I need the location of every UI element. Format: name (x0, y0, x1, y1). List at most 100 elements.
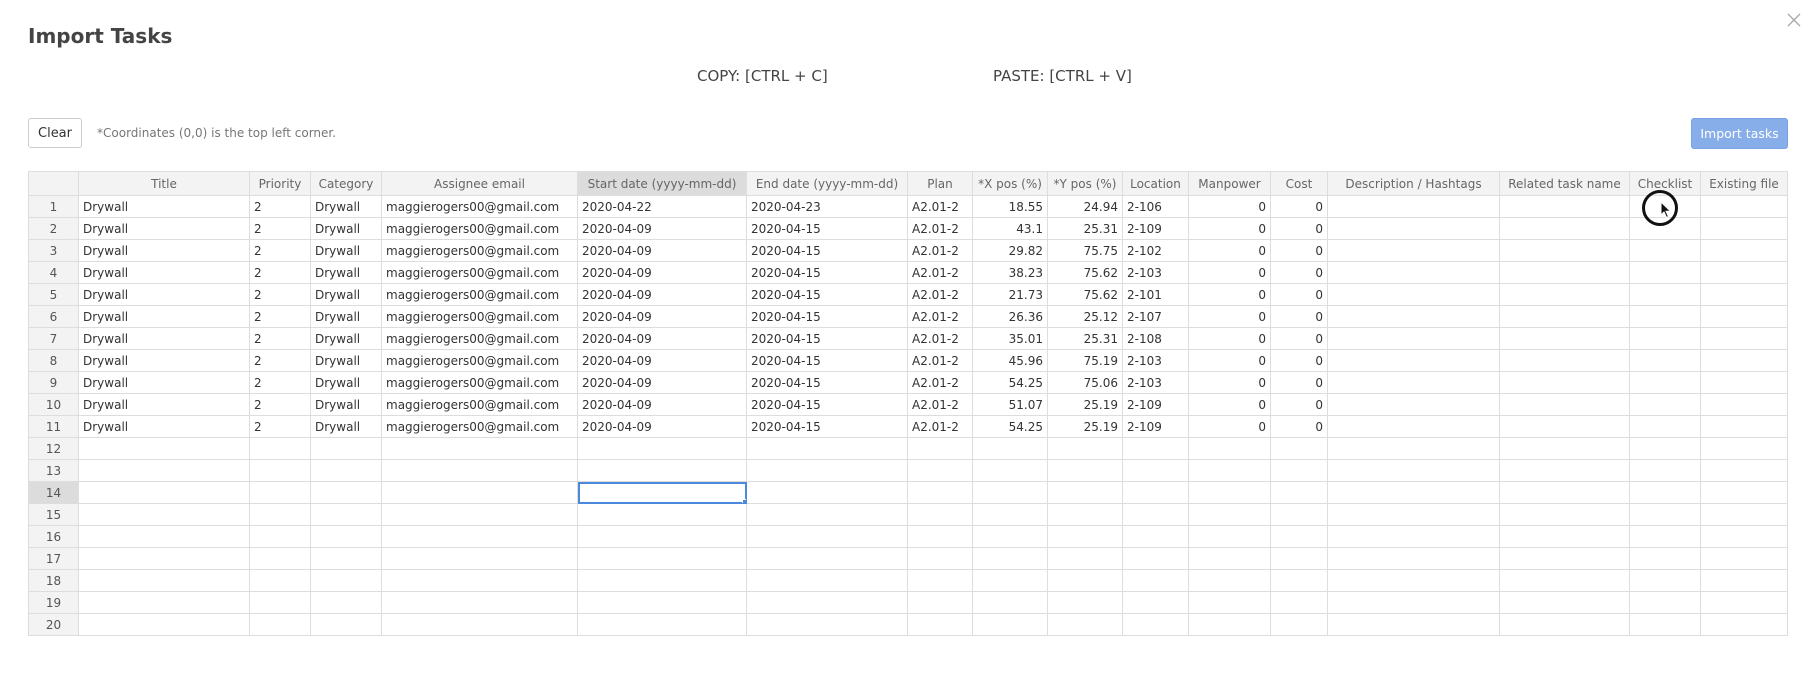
cell-manpower[interactable] (1188, 547, 1271, 570)
cell-title[interactable]: Drywall (78, 239, 250, 262)
cell-title[interactable] (78, 437, 250, 460)
cell-y-pos[interactable]: 75.06 (1047, 371, 1123, 394)
cell-checklist[interactable] (1629, 525, 1701, 548)
cell-manpower[interactable] (1188, 525, 1271, 548)
cell-existing-file[interactable] (1700, 261, 1788, 284)
cell-description-hashtags[interactable] (1327, 613, 1500, 636)
cell-priority[interactable]: 2 (249, 371, 311, 394)
cell-related-task-name[interactable] (1499, 481, 1630, 504)
cell-description-hashtags[interactable] (1327, 591, 1500, 614)
cell-title[interactable]: Drywall (78, 393, 250, 416)
cell-priority[interactable]: 2 (249, 305, 311, 328)
cell-cost[interactable]: 0 (1270, 261, 1328, 284)
row-number-header[interactable]: 14 (28, 481, 79, 504)
cell-related-task-name[interactable] (1499, 503, 1630, 526)
cell-description-hashtags[interactable] (1327, 481, 1500, 504)
cell-title[interactable] (78, 459, 250, 482)
cell-priority[interactable] (249, 481, 311, 504)
cell-existing-file[interactable] (1700, 437, 1788, 460)
cell-related-task-name[interactable] (1499, 525, 1630, 548)
cell-start-date-yyyy-mm-dd[interactable]: 2020-04-09 (577, 415, 747, 438)
cell-start-date-yyyy-mm-dd[interactable] (577, 547, 747, 570)
cell-related-task-name[interactable] (1499, 371, 1630, 394)
cell-checklist[interactable] (1629, 503, 1701, 526)
cell-end-date-yyyy-mm-dd[interactable]: 2020-04-15 (746, 305, 908, 328)
cell-title[interactable] (78, 503, 250, 526)
cell-x-pos[interactable] (972, 569, 1048, 592)
cell-title[interactable]: Drywall (78, 261, 250, 284)
cell-end-date-yyyy-mm-dd[interactable] (746, 591, 908, 614)
cell-plan[interactable]: A2.01-2 (907, 261, 973, 284)
column-header-start-date-yyyy-mm-dd[interactable]: Start date (yyyy-mm-dd) (577, 171, 747, 196)
cell-manpower[interactable]: 0 (1188, 327, 1271, 350)
cell-assignee-email[interactable] (381, 525, 578, 548)
cell-end-date-yyyy-mm-dd[interactable]: 2020-04-15 (746, 415, 908, 438)
cell-plan[interactable]: A2.01-2 (907, 371, 973, 394)
column-header-manpower[interactable]: Manpower (1188, 171, 1271, 196)
cell-x-pos[interactable] (972, 591, 1048, 614)
cell-y-pos[interactable] (1047, 459, 1123, 482)
cell-assignee-email[interactable]: maggierogers00@gmail.com (381, 327, 578, 350)
cell-assignee-email[interactable]: maggierogers00@gmail.com (381, 371, 578, 394)
cell-title[interactable] (78, 591, 250, 614)
column-header-priority[interactable]: Priority (249, 171, 311, 196)
cell-assignee-email[interactable] (381, 613, 578, 636)
cell-title[interactable]: Drywall (78, 349, 250, 372)
cell-related-task-name[interactable] (1499, 459, 1630, 482)
cell-end-date-yyyy-mm-dd[interactable]: 2020-04-15 (746, 393, 908, 416)
cell-y-pos[interactable] (1047, 525, 1123, 548)
cell-existing-file[interactable] (1700, 327, 1788, 350)
cell-related-task-name[interactable] (1499, 415, 1630, 438)
cell-x-pos[interactable]: 38.23 (972, 261, 1048, 284)
cell-assignee-email[interactable]: maggierogers00@gmail.com (381, 217, 578, 240)
cell-end-date-yyyy-mm-dd[interactable] (746, 503, 908, 526)
row-number-header[interactable]: 17 (28, 547, 79, 570)
cell-checklist[interactable] (1629, 305, 1701, 328)
cell-y-pos[interactable] (1047, 503, 1123, 526)
column-header-category[interactable]: Category (310, 171, 382, 196)
row-number-header[interactable]: 18 (28, 569, 79, 592)
cell-cost[interactable] (1270, 503, 1328, 526)
cell-related-task-name[interactable] (1499, 283, 1630, 306)
cell-y-pos[interactable]: 25.31 (1047, 327, 1123, 350)
cell-checklist[interactable] (1629, 569, 1701, 592)
cell-location[interactable] (1122, 613, 1189, 636)
cell-plan[interactable] (907, 547, 973, 570)
cell-plan[interactable]: A2.01-2 (907, 349, 973, 372)
cell-location[interactable]: 2-102 (1122, 239, 1189, 262)
cell-plan[interactable]: A2.01-2 (907, 393, 973, 416)
cell-manpower[interactable]: 0 (1188, 261, 1271, 284)
cell-cost[interactable]: 0 (1270, 217, 1328, 240)
cell-checklist[interactable] (1629, 371, 1701, 394)
fill-handle[interactable] (742, 499, 746, 503)
cell-start-date-yyyy-mm-dd[interactable]: 2020-04-09 (577, 393, 747, 416)
cell-start-date-yyyy-mm-dd[interactable]: 2020-04-09 (577, 261, 747, 284)
cell-checklist[interactable] (1629, 327, 1701, 350)
cell-end-date-yyyy-mm-dd[interactable]: 2020-04-15 (746, 261, 908, 284)
cell-assignee-email[interactable]: maggierogers00@gmail.com (381, 195, 578, 218)
cell-cost[interactable]: 0 (1270, 371, 1328, 394)
cell-checklist[interactable] (1629, 459, 1701, 482)
cell-plan[interactable]: A2.01-2 (907, 283, 973, 306)
cell-start-date-yyyy-mm-dd[interactable] (577, 437, 747, 460)
cell-cost[interactable] (1270, 437, 1328, 460)
cell-priority[interactable]: 2 (249, 195, 311, 218)
cell-description-hashtags[interactable] (1327, 195, 1500, 218)
cell-category[interactable] (310, 613, 382, 636)
cell-plan[interactable] (907, 525, 973, 548)
column-header-assignee-email[interactable]: Assignee email (381, 171, 578, 196)
cell-x-pos[interactable]: 26.36 (972, 305, 1048, 328)
cell-checklist[interactable] (1629, 613, 1701, 636)
cell-priority[interactable]: 2 (249, 261, 311, 284)
cell-start-date-yyyy-mm-dd[interactable] (577, 503, 747, 526)
cell-location[interactable]: 2-101 (1122, 283, 1189, 306)
cell-priority[interactable] (249, 547, 311, 570)
cell-checklist[interactable] (1629, 415, 1701, 438)
row-number-header[interactable]: 9 (28, 371, 79, 394)
cell-manpower[interactable] (1188, 459, 1271, 482)
cell-related-task-name[interactable] (1499, 217, 1630, 240)
cell-x-pos[interactable]: 21.73 (972, 283, 1048, 306)
cell-checklist[interactable] (1629, 283, 1701, 306)
cell-start-date-yyyy-mm-dd[interactable]: 2020-04-09 (577, 305, 747, 328)
cell-assignee-email[interactable]: maggierogers00@gmail.com (381, 415, 578, 438)
